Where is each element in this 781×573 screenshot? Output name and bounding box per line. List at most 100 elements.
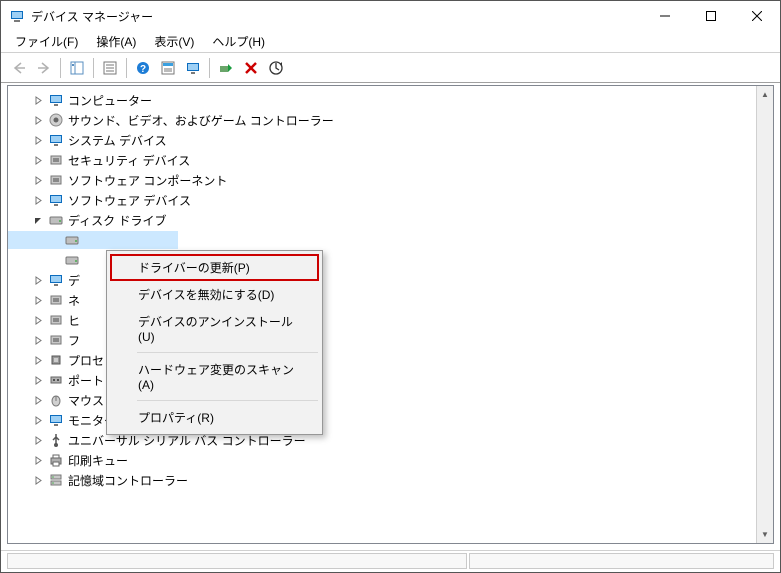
tree-item-label: 印刷キュー [68, 452, 128, 469]
tree-item[interactable]: サウンド、ビデオ、およびゲーム コントローラー [8, 110, 756, 130]
expand-arrow-closed-icon[interactable] [32, 434, 44, 446]
scroll-down-icon[interactable]: ▼ [757, 526, 773, 543]
expand-arrow-closed-icon[interactable] [32, 294, 44, 306]
title-bar: デバイス マネージャー [1, 1, 780, 31]
status-cell [7, 553, 467, 569]
uninstall-device-button[interactable] [239, 56, 263, 80]
menu-bar: ファイル(F) 操作(A) 表示(V) ヘルプ(H) [1, 31, 780, 53]
show-hide-tree-button[interactable] [65, 56, 89, 80]
monitor-icon [48, 272, 64, 288]
printer-icon [48, 452, 64, 468]
update-driver-button[interactable] [156, 56, 180, 80]
disk-icon [64, 252, 80, 268]
menu-help[interactable]: ヘルプ(H) [204, 31, 273, 52]
toolbar-separator [209, 58, 210, 78]
expand-arrow-closed-icon[interactable] [32, 354, 44, 366]
scan-hardware-button[interactable] [264, 56, 288, 80]
expand-arrow-closed-icon[interactable] [32, 414, 44, 426]
expand-arrow-closed-icon[interactable] [32, 454, 44, 466]
usb-icon [48, 432, 64, 448]
expand-arrow-closed-icon[interactable] [32, 474, 44, 486]
device-icon [48, 332, 64, 348]
tree-item[interactable]: 記憶域コントローラー [8, 470, 756, 490]
expand-arrow-closed-icon[interactable] [32, 174, 44, 186]
context-properties[interactable]: プロパティ(R) [110, 404, 319, 431]
app-icon [9, 8, 25, 24]
menu-file[interactable]: ファイル(F) [7, 31, 86, 52]
device-icon [48, 292, 64, 308]
tree-item[interactable]: システム デバイス [8, 130, 756, 150]
disk-icon [64, 232, 80, 248]
expand-arrow-closed-icon[interactable] [32, 274, 44, 286]
port-icon [48, 372, 64, 388]
expand-arrow-closed-icon[interactable] [32, 194, 44, 206]
expand-arrow-closed-icon[interactable] [32, 374, 44, 386]
window-controls [642, 1, 780, 31]
device-icon [48, 152, 64, 168]
expand-arrow-closed-icon[interactable] [32, 394, 44, 406]
expand-arrow-closed-icon[interactable] [32, 334, 44, 346]
status-bar [1, 550, 780, 572]
toolbar-separator [93, 58, 94, 78]
properties-button[interactable] [98, 56, 122, 80]
monitor-icon [48, 132, 64, 148]
scroll-up-icon[interactable]: ▲ [757, 86, 773, 103]
tree-item-label: フ [68, 332, 80, 349]
tree-item[interactable]: ディスク ドライブ [8, 210, 756, 230]
expand-arrow-none [48, 234, 60, 246]
expand-arrow-closed-icon[interactable] [32, 134, 44, 146]
context-separator [137, 352, 318, 353]
tree-item[interactable]: コンピューター [8, 90, 756, 110]
context-uninstall-device[interactable]: デバイスのアンインストール(U) [110, 308, 319, 349]
minimize-button[interactable] [642, 1, 688, 31]
monitor-icon [48, 92, 64, 108]
status-cell [469, 553, 774, 569]
tree-item[interactable] [8, 230, 756, 250]
expand-arrow-closed-icon[interactable] [32, 114, 44, 126]
tree-item[interactable]: 印刷キュー [8, 450, 756, 470]
tree-item[interactable]: ソフトウェア デバイス [8, 190, 756, 210]
monitor-icon [48, 192, 64, 208]
tree-item-label: コンピューター [68, 92, 152, 109]
tree-item-label: セキュリティ デバイス [68, 152, 190, 169]
tree-item-label: システム デバイス [68, 132, 167, 149]
enable-device-button[interactable] [214, 56, 238, 80]
speaker-icon [48, 112, 64, 128]
tree-item-label: ヒ [68, 312, 80, 329]
toolbar-separator [126, 58, 127, 78]
expand-arrow-closed-icon[interactable] [32, 314, 44, 326]
maximize-button[interactable] [688, 1, 734, 31]
tree-item-label: デ [68, 272, 80, 289]
expand-arrow-closed-icon[interactable] [32, 154, 44, 166]
help-button[interactable]: ? [131, 56, 155, 80]
back-button[interactable] [7, 56, 31, 80]
menu-action[interactable]: 操作(A) [88, 31, 144, 52]
tree-item-label: ディスク ドライブ [68, 212, 167, 229]
tree-item-label: ソフトウェア デバイス [68, 192, 191, 209]
mouse-icon [48, 392, 64, 408]
storage-icon [48, 472, 64, 488]
device-icon [48, 172, 64, 188]
menu-view[interactable]: 表示(V) [146, 31, 202, 52]
context-scan-hardware[interactable]: ハードウェア変更のスキャン(A) [110, 356, 319, 397]
context-update-driver[interactable]: ドライバーの更新(P) [110, 254, 319, 281]
close-button[interactable] [734, 1, 780, 31]
expand-arrow-closed-icon[interactable] [32, 94, 44, 106]
context-menu: ドライバーの更新(P) デバイスを無効にする(D) デバイスのアンインストール(… [106, 250, 323, 435]
toolbar: ? [1, 53, 780, 83]
tree-item[interactable]: ソフトウェア コンポーネント [8, 170, 756, 190]
tree-item-label: サウンド、ビデオ、およびゲーム コントローラー [68, 112, 334, 129]
context-disable-device[interactable]: デバイスを無効にする(D) [110, 281, 319, 308]
svg-text:?: ? [140, 64, 146, 75]
tree-item[interactable]: セキュリティ デバイス [8, 150, 756, 170]
expand-arrow-open-icon[interactable] [32, 214, 44, 226]
tree-item-label: 記憶域コントローラー [68, 472, 188, 489]
expand-arrow-none [48, 254, 60, 266]
toolbar-separator [60, 58, 61, 78]
cpu-icon [48, 352, 64, 368]
context-separator [137, 400, 318, 401]
device-icon [48, 312, 64, 328]
forward-button[interactable] [32, 56, 56, 80]
monitor-button[interactable] [181, 56, 205, 80]
vertical-scrollbar[interactable]: ▲ ▼ [756, 86, 773, 543]
